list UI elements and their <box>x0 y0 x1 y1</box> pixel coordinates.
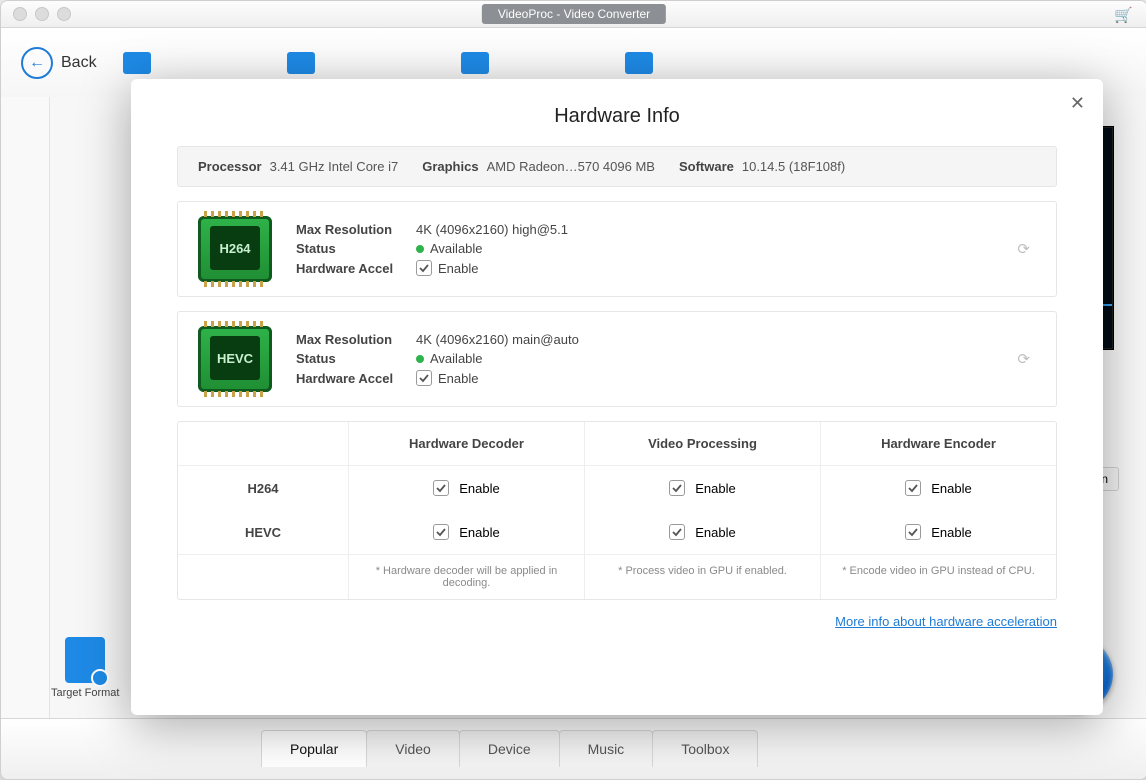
window-title: VideoProc - Video Converter <box>482 4 666 24</box>
chip-icon-h264: H264 <box>198 216 272 282</box>
bottom-tabs: Popular Video Device Music Toolbox <box>1 718 1146 779</box>
system-summary-row: Processor 3.41 GHz Intel Core i7 Graphics… <box>177 146 1057 187</box>
software-value: 10.14.5 (18F108f) <box>742 159 845 174</box>
refresh-icon[interactable]: ⟳ <box>1011 344 1036 374</box>
col-encoder: Hardware Encoder <box>820 422 1056 466</box>
accel-table: Hardware Decoder Video Processing Hardwa… <box>177 421 1057 600</box>
accel-checkbox[interactable] <box>416 370 432 386</box>
codec-card-hevc: HEVC Max Resolution4K (4096x2160) main@a… <box>177 311 1057 407</box>
back-label: Back <box>61 54 97 72</box>
graphics-label: Graphics <box>422 159 478 174</box>
modal-title: Hardware Info <box>177 105 1057 128</box>
hardware-info-modal: ✕ Hardware Info Processor 3.41 GHz Intel … <box>131 79 1103 715</box>
status-value: Available <box>430 241 483 256</box>
status-dot-icon <box>416 245 424 253</box>
accel-value: Enable <box>438 371 478 386</box>
accel-label: Hardware Accel <box>296 371 416 386</box>
titlebar: VideoProc - Video Converter 🛒 <box>1 1 1146 28</box>
toolbar-icon-4[interactable] <box>625 52 653 74</box>
tab-device[interactable]: Device <box>459 730 560 767</box>
target-format-icon <box>65 637 105 683</box>
note-encoder: * Encode video in GPU instead of CPU. <box>820 554 1056 599</box>
col-decoder: Hardware Decoder <box>348 422 584 466</box>
hevc-decoder-checkbox[interactable]: Enable <box>348 510 584 554</box>
h264-encoder-checkbox[interactable]: Enable <box>820 466 1056 510</box>
h264-decoder-checkbox[interactable]: Enable <box>348 466 584 510</box>
col-blank <box>178 422 348 466</box>
graphics-value: AMD Radeon…570 4096 MB <box>487 159 655 174</box>
target-format[interactable]: Target Format <box>51 637 119 699</box>
maxres-value: 4K (4096x2160) high@5.1 <box>416 222 568 237</box>
col-processing: Video Processing <box>584 422 820 466</box>
note-processing: * Process video in GPU if enabled. <box>584 554 820 599</box>
target-format-label: Target Format <box>51 687 119 699</box>
codec-card-h264: H264 Max Resolution4K (4096x2160) high@5… <box>177 201 1057 297</box>
software-label: Software <box>679 159 734 174</box>
processor-label: Processor <box>198 159 262 174</box>
app-window: VideoProc - Video Converter 🛒 ← Back Opt… <box>0 0 1146 780</box>
accel-checkbox[interactable] <box>416 260 432 276</box>
back-arrow-icon: ← <box>21 47 53 79</box>
note-decoder: * Hardware decoder will be applied in de… <box>348 554 584 599</box>
row-h264-label: H264 <box>178 466 348 510</box>
row-hevc-label: HEVC <box>178 510 348 554</box>
toolbar-icon-2[interactable] <box>287 52 315 74</box>
toolbar-icon-3[interactable] <box>461 52 489 74</box>
status-value: Available <box>430 351 483 366</box>
tab-popular[interactable]: Popular <box>261 730 367 767</box>
refresh-icon[interactable]: ⟳ <box>1011 234 1036 264</box>
maxres-label: Max Resolution <box>296 332 416 347</box>
maxres-value: 4K (4096x2160) main@auto <box>416 332 579 347</box>
traffic-minimize[interactable] <box>35 7 49 21</box>
traffic-zoom[interactable] <box>57 7 71 21</box>
note-blank <box>178 554 348 599</box>
back-button[interactable]: ← Back <box>21 47 97 79</box>
hevc-processing-checkbox[interactable]: Enable <box>584 510 820 554</box>
more-info-link[interactable]: More info about hardware acceleration <box>177 614 1057 629</box>
tab-music[interactable]: Music <box>559 730 654 767</box>
cart-icon[interactable]: 🛒 <box>1114 6 1133 24</box>
traffic-lights <box>1 7 71 21</box>
close-icon[interactable]: ✕ <box>1070 93 1085 114</box>
accel-value: Enable <box>438 261 478 276</box>
tab-video[interactable]: Video <box>366 730 460 767</box>
status-dot-icon <box>416 355 424 363</box>
h264-processing-checkbox[interactable]: Enable <box>584 466 820 510</box>
left-sidebar <box>1 97 50 719</box>
status-label: Status <box>296 241 416 256</box>
status-label: Status <box>296 351 416 366</box>
traffic-close[interactable] <box>13 7 27 21</box>
chip-icon-hevc: HEVC <box>198 326 272 392</box>
maxres-label: Max Resolution <box>296 222 416 237</box>
processor-value: 3.41 GHz Intel Core i7 <box>270 159 399 174</box>
hevc-encoder-checkbox[interactable]: Enable <box>820 510 1056 554</box>
toolbar-icon-1[interactable] <box>123 52 151 74</box>
accel-label: Hardware Accel <box>296 261 416 276</box>
tab-toolbox[interactable]: Toolbox <box>652 730 758 767</box>
